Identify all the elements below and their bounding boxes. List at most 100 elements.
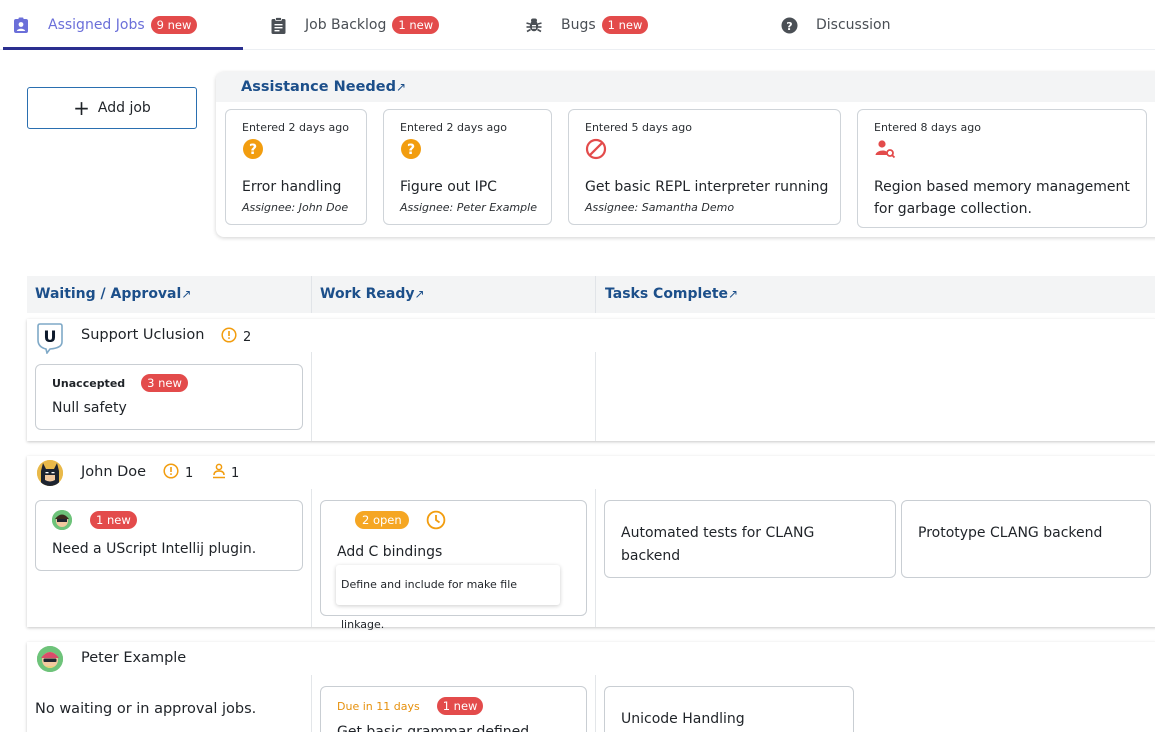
assistance-needed-link[interactable]: Assistance Needed↗: [241, 79, 406, 95]
assistance-card[interactable]: Entered 2 days ago ? Figure out IPC Assi…: [383, 109, 552, 225]
warning-count[interactable]: 1: [163, 463, 193, 483]
assistance-card[interactable]: Entered 2 days ago ? Error handling Assi…: [225, 109, 367, 225]
card-note: Define and include for make file linkage…: [336, 565, 560, 631]
card-assignee: Assignee: Samantha Demo: [585, 201, 735, 214]
tab-label: Job Backlog: [305, 17, 387, 33]
column-label: Waiting / Approval: [35, 286, 182, 302]
plus-icon: +: [73, 96, 90, 120]
entered-date: Entered 2 days ago: [242, 121, 349, 134]
question-icon: ?: [400, 138, 422, 160]
external-link-icon: ↗: [181, 287, 192, 301]
tab-label: Discussion: [816, 17, 891, 33]
svg-text:?: ?: [407, 142, 415, 158]
svg-text:?: ?: [786, 19, 792, 32]
add-job-button[interactable]: + Add job: [27, 87, 197, 129]
svg-text:?: ?: [249, 142, 257, 158]
count-value: 1: [231, 465, 240, 481]
blocked-icon: [585, 138, 607, 160]
assignment-person-icon: [12, 16, 30, 34]
card-title-line: for garbage collection.: [874, 201, 1032, 217]
count-value: 1: [185, 465, 194, 481]
avatar: [37, 646, 63, 672]
swimlane-column-headers: Waiting / Approval↗ Work Ready↗ Tasks Co…: [27, 276, 1155, 313]
swimlane-john-doe: John Doe 1 1 1 new Need a UScript Intell…: [27, 456, 1155, 631]
assist-count[interactable]: 1: [211, 463, 239, 483]
card-title: Null safety: [52, 400, 127, 416]
entered-date: Entered 5 days ago: [585, 121, 692, 134]
completed-card[interactable]: Unicode Handling: [604, 686, 854, 732]
completed-card[interactable]: Prototype CLANG backend: [901, 500, 1151, 578]
card-title: Get basic grammar defined: [337, 724, 530, 732]
person-raised-icon: [211, 463, 227, 483]
assistance-card[interactable]: Entered 8 days ago Region based memory m…: [857, 109, 1147, 228]
uclusion-logo-icon: U: [37, 322, 63, 355]
column-divider: [311, 675, 312, 732]
due-date: Due in 11 days: [337, 699, 420, 713]
column-divider: [595, 489, 596, 627]
card-title: Unicode Handling: [621, 711, 745, 727]
job-card[interactable]: 2 open Add C bindings Define and include…: [320, 500, 587, 631]
clipboard-icon: [269, 16, 287, 34]
active-tab-indicator: [3, 47, 243, 50]
lane-title: Support Uclusion: [81, 327, 205, 343]
job-card[interactable]: 1 new Need a UScript Intellij plugin.: [35, 500, 303, 571]
card-title: Figure out IPC: [400, 179, 497, 195]
external-link-icon: ↗: [396, 80, 407, 94]
card-title: Get basic REPL interpreter running: [585, 179, 829, 195]
new-count-badge: 1 new: [436, 697, 484, 715]
open-count-badge: 2 open: [355, 511, 409, 529]
tab-discussion[interactable]: ? Discussion: [780, 0, 890, 50]
card-title: Add C bindings: [337, 544, 443, 560]
tab-assigned-jobs[interactable]: Assigned Jobs 9 new: [12, 0, 198, 50]
column-divider: [595, 276, 596, 313]
warning-icon: [163, 463, 179, 483]
entered-date: Entered 8 days ago: [874, 121, 981, 134]
avatar: [37, 460, 63, 486]
count-value: 2: [243, 329, 252, 345]
completed-card[interactable]: Automated tests for CLANG backend: [604, 500, 896, 578]
lane-title: John Doe: [81, 464, 147, 480]
tab-label: Bugs: [561, 17, 596, 33]
column-divider: [595, 352, 596, 441]
card-title: Region based memory management for garba…: [874, 176, 1130, 220]
new-count-badge: 1 new: [601, 16, 649, 34]
warning-count[interactable]: 2: [221, 327, 251, 347]
tasks-complete-column-link[interactable]: Tasks Complete↗: [605, 286, 738, 302]
swimlane-peter-example: Peter Example No waiting or in approval …: [27, 642, 1155, 732]
job-card[interactable]: Due in 11 days 1 new Get basic grammar d…: [320, 686, 587, 732]
warning-icon: [221, 327, 237, 347]
column-divider: [311, 489, 312, 627]
empty-lane-text: No waiting or in approval jobs.: [35, 701, 257, 717]
card-title: Prototype CLANG backend: [918, 525, 1103, 541]
card-title-line: Automated tests for CLANG: [621, 525, 815, 541]
work-ready-column-link[interactable]: Work Ready↗: [320, 286, 425, 302]
svg-text:U: U: [44, 327, 57, 346]
column-divider: [311, 276, 312, 313]
add-job-label: Add job: [97, 100, 151, 116]
card-title: Need a UScript Intellij plugin.: [52, 541, 257, 557]
assistance-card[interactable]: Entered 5 days ago Get basic REPL interp…: [568, 109, 841, 225]
tab-label: Assigned Jobs: [48, 17, 145, 33]
column-label: Work Ready: [320, 286, 415, 302]
tab-job-backlog[interactable]: Job Backlog 1 new: [269, 0, 440, 50]
waiting-approval-column-link[interactable]: Waiting / Approval↗: [35, 286, 191, 302]
status-label: Unaccepted: [52, 376, 126, 390]
card-assignee: Assignee: John Doe: [242, 201, 349, 214]
external-link-icon: ↗: [414, 287, 425, 301]
entered-date: Entered 2 days ago: [400, 121, 507, 134]
new-count-badge: 3 new: [141, 374, 188, 392]
assistance-title: Assistance Needed: [241, 79, 396, 95]
job-card[interactable]: Unaccepted 3 new Null safety: [35, 364, 303, 430]
clock-icon: [426, 510, 446, 530]
card-title: Error handling: [242, 179, 342, 195]
new-count-badge: 1 new: [90, 511, 137, 529]
avatar: [52, 510, 72, 530]
column-label: Tasks Complete: [605, 286, 729, 302]
new-count-badge: 9 new: [150, 16, 198, 34]
tab-bugs[interactable]: Bugs 1 new: [525, 0, 649, 50]
new-count-badge: 1 new: [392, 16, 440, 34]
card-title-line: Region based memory management: [874, 179, 1130, 195]
question-icon: ?: [242, 138, 264, 160]
external-link-icon: ↗: [728, 287, 739, 301]
swimlane-support-uclusion: U Support Uclusion 2 Unaccepted 3 new Nu…: [27, 319, 1155, 441]
